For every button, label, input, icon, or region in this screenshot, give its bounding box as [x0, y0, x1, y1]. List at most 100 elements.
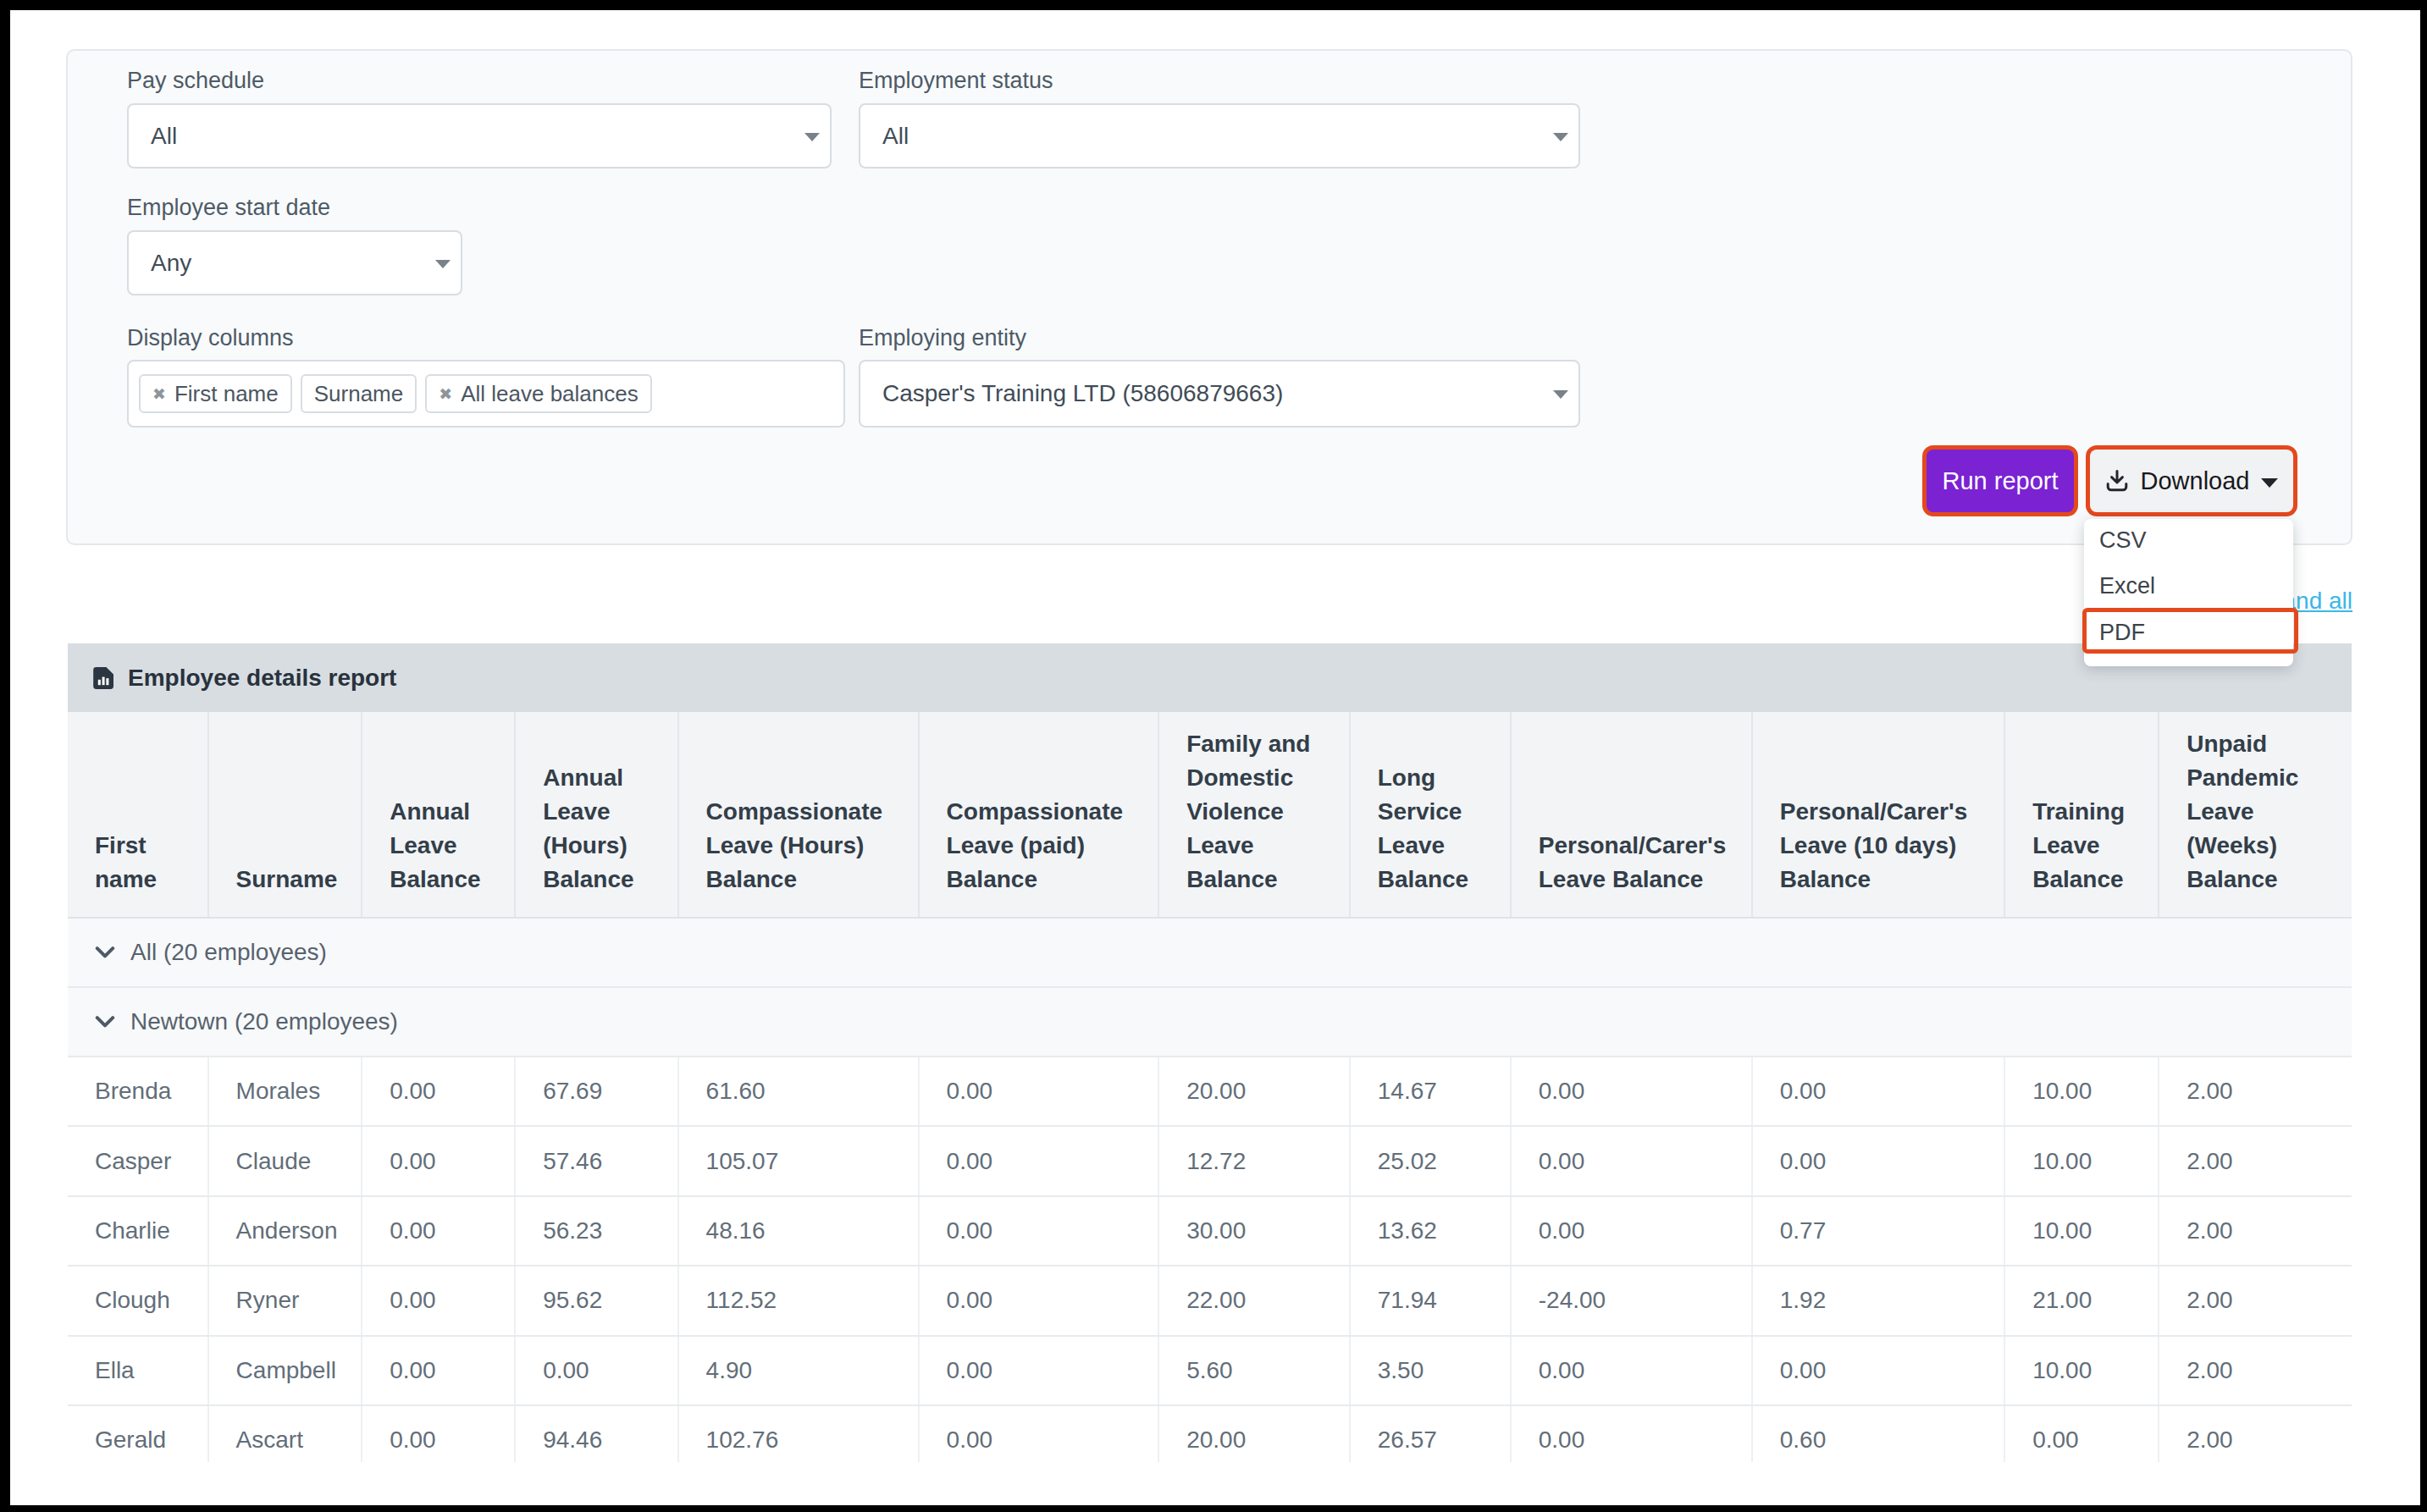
group-row-label: All (20 employees) [130, 939, 327, 966]
cell: Campbell [209, 1337, 363, 1404]
cell: 25.02 [1351, 1127, 1512, 1195]
column-header: Annual Leave Balance [362, 712, 516, 917]
column-header: Unpaid Pandemic Leave (Weeks) Balance [2159, 712, 2352, 917]
cell: 0.00 [920, 1266, 1160, 1334]
group-row-all[interactable]: All (20 employees) [68, 919, 2352, 988]
cell: 4.90 [679, 1337, 920, 1404]
table-row: Charlie Anderson 0.00 56.23 48.16 0.00 3… [68, 1197, 2352, 1266]
cell: 14.67 [1351, 1057, 1512, 1125]
display-columns-label: Display columns [127, 323, 294, 352]
cell: 0.00 [362, 1057, 516, 1125]
cell: 0.00 [1512, 1127, 1753, 1195]
cell: 30.00 [1159, 1197, 1351, 1265]
cell: 95.62 [516, 1266, 678, 1334]
column-header: Compassionate Leave (paid) Balance [920, 712, 1160, 917]
cell: 0.00 [920, 1406, 1160, 1462]
cell: 0.00 [362, 1406, 516, 1462]
menu-item-csv[interactable]: CSV [2084, 517, 2293, 564]
cell: 0.00 [920, 1127, 1160, 1195]
tag-all-leave-balances[interactable]: ✖All leave balances [425, 374, 652, 413]
cell: 105.07 [679, 1127, 920, 1195]
cell: 0.00 [920, 1337, 1160, 1404]
cell: 0.00 [2005, 1406, 2159, 1462]
cell: 10.00 [2005, 1337, 2159, 1404]
cell: 22.00 [1159, 1266, 1351, 1334]
employment-status-value: All [882, 123, 909, 150]
report-header-row: First name Surname Annual Leave Balance … [68, 712, 2352, 919]
cell: 112.52 [679, 1266, 920, 1334]
caret-down-icon [2261, 478, 2278, 488]
employing-entity-label: Employing entity [859, 323, 1026, 352]
group-row-label: Newtown (20 employees) [130, 1008, 398, 1035]
cell: 21.00 [2005, 1266, 2159, 1334]
report-title-bar: Employee details report [68, 643, 2352, 712]
cell: 0.00 [1512, 1057, 1753, 1125]
cell: Anderson [209, 1197, 363, 1265]
cell: 57.46 [516, 1127, 678, 1195]
cell: 48.16 [679, 1197, 920, 1265]
employment-status-select[interactable]: All [859, 103, 1580, 168]
cell: 0.00 [1512, 1197, 1753, 1265]
table-row: Clough Ryner 0.00 95.62 112.52 0.00 22.0… [68, 1266, 2352, 1336]
cell: 20.00 [1159, 1406, 1351, 1462]
download-icon [2105, 469, 2129, 493]
cell: 0.00 [362, 1337, 516, 1404]
cell: 2.00 [2159, 1127, 2352, 1195]
cell: Ryner [209, 1266, 363, 1334]
table-row: Ella Campbell 0.00 0.00 4.90 0.00 5.60 3… [68, 1337, 2352, 1406]
cell: 0.77 [1753, 1197, 2005, 1265]
pay-schedule-label: Pay schedule [127, 66, 264, 95]
column-header: Training Leave Balance [2005, 712, 2159, 917]
cell: Gerald [68, 1406, 209, 1462]
cell: 10.00 [2005, 1127, 2159, 1195]
cell: Charlie [68, 1197, 209, 1265]
cell: 10.00 [2005, 1057, 2159, 1125]
tag-label: Surname [314, 381, 404, 407]
chevron-down-icon [1553, 390, 1568, 399]
cell: 56.23 [516, 1197, 678, 1265]
remove-tag-icon[interactable]: ✖ [439, 384, 452, 404]
cell: 71.94 [1351, 1266, 1512, 1334]
pay-schedule-value: All [151, 123, 177, 150]
chevron-down-icon [95, 1015, 115, 1029]
cell: 26.57 [1351, 1406, 1512, 1462]
report-file-icon [92, 666, 114, 690]
column-header: Family and Domestic Violence Leave Balan… [1159, 712, 1351, 917]
employing-entity-select[interactable]: Casper's Training LTD (58606879663) [859, 360, 1580, 428]
tag-surname[interactable]: Surname [301, 374, 417, 413]
menu-item-pdf[interactable]: PDF [2084, 610, 2293, 656]
cell: 3.50 [1351, 1337, 1512, 1404]
cell: 0.00 [1753, 1057, 2005, 1125]
chevron-down-icon [95, 946, 115, 959]
employee-start-date-value: Any [151, 250, 191, 277]
cell: Claude [209, 1127, 363, 1195]
column-header: Personal/Carer's Leave Balance [1512, 712, 1753, 917]
menu-item-excel[interactable]: Excel [2084, 564, 2293, 610]
cell: 0.00 [516, 1337, 678, 1404]
cell: 0.00 [362, 1266, 516, 1334]
display-columns-multiselect[interactable]: ✖ First name Surname ✖All leave balances [127, 360, 845, 428]
cell: 0.00 [1512, 1337, 1753, 1404]
tag-label: First name [174, 381, 279, 407]
filter-panel: Pay schedule All Employment status All E… [66, 49, 2352, 545]
employee-start-date-select[interactable]: Any [127, 230, 462, 295]
group-row-newtown[interactable]: Newtown (20 employees) [68, 988, 2352, 1057]
remove-tag-icon[interactable]: ✖ [152, 384, 166, 404]
cell: 61.60 [679, 1057, 920, 1125]
cell: 2.00 [2159, 1337, 2352, 1404]
column-header: Long Service Leave Balance [1351, 712, 1512, 917]
cell: 0.00 [362, 1197, 516, 1265]
employing-entity-value: Casper's Training LTD (58606879663) [882, 380, 1283, 407]
cell: 67.69 [516, 1057, 678, 1125]
page: Pay schedule All Employment status All E… [0, 0, 2427, 1512]
cell: Casper [68, 1127, 209, 1195]
download-button[interactable]: Download [2090, 450, 2293, 512]
run-report-button[interactable]: Run report [1927, 450, 2074, 512]
cell: 13.62 [1351, 1197, 1512, 1265]
tag-first-name[interactable]: ✖ First name [139, 374, 292, 413]
report-table: Employee details report First name Surna… [68, 643, 2352, 1462]
cell: 2.00 [2159, 1057, 2352, 1125]
cell: 2.00 [2159, 1406, 2352, 1462]
cell: Ella [68, 1337, 209, 1404]
pay-schedule-select[interactable]: All [127, 103, 832, 168]
